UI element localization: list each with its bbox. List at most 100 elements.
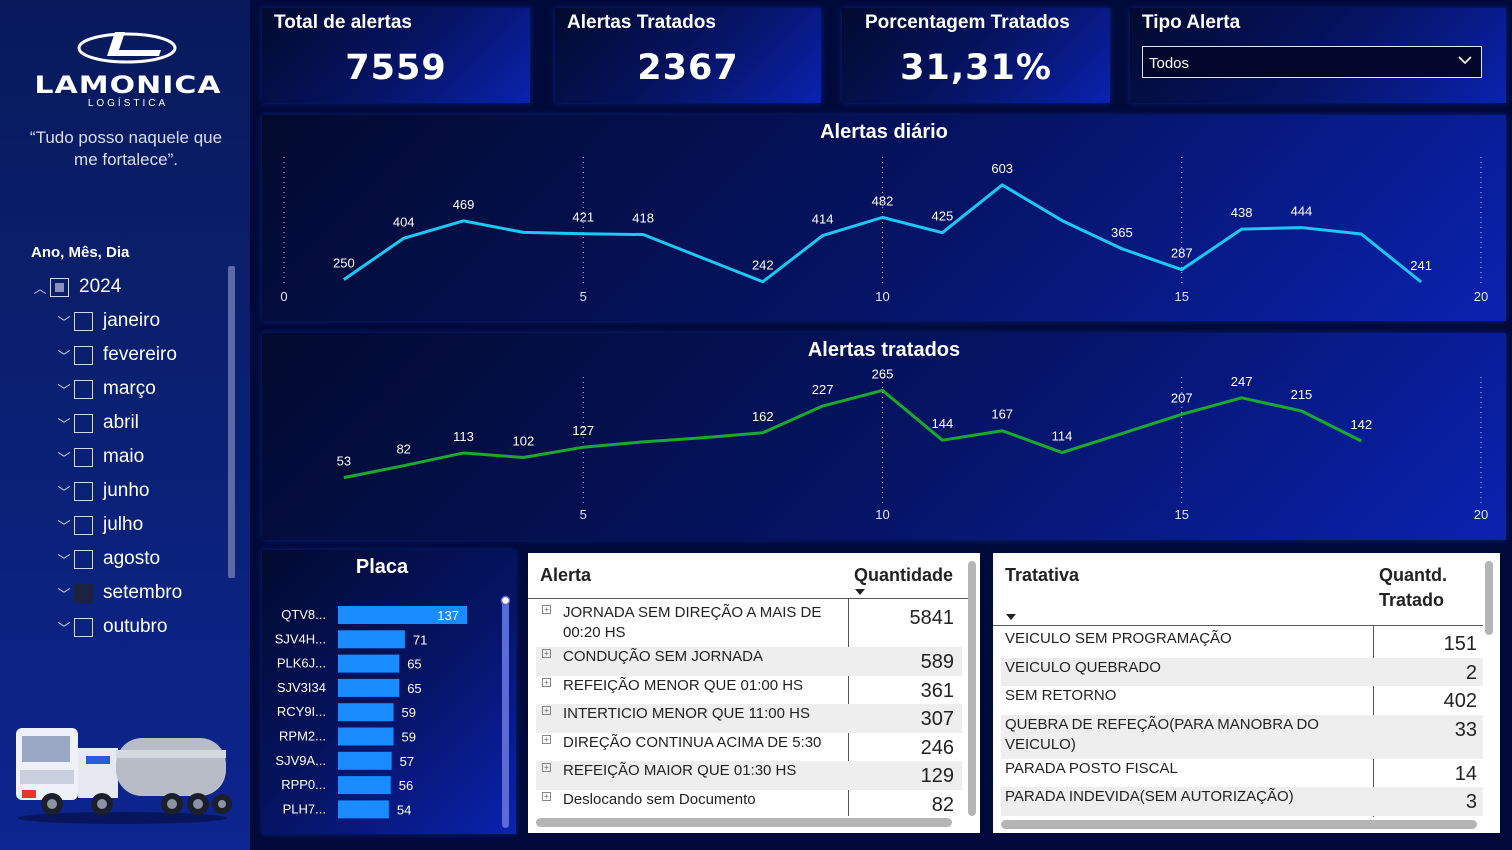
treatment-table-hscrollbar[interactable] — [1001, 820, 1477, 829]
data-label: 227 — [812, 382, 834, 397]
row-label: DIREÇÃO CONTINUA ACIMA DE 5:30 — [563, 733, 822, 751]
chevron-down-icon[interactable]: ﹀ — [54, 346, 74, 365]
slicer-year-row[interactable]: ︿ 2024 — [30, 270, 230, 304]
logo-mark-icon — [77, 32, 177, 64]
chevron-up-icon[interactable]: ︿ — [30, 278, 50, 297]
alert-table-hscrollbar[interactable] — [536, 818, 952, 827]
x-tick-label: 0 — [280, 289, 287, 304]
month-checkbox[interactable] — [74, 549, 93, 569]
expand-icon[interactable]: + — [542, 649, 551, 658]
table-row[interactable]: + CONDUÇÃO SEM JORNADA 589 — [536, 647, 962, 676]
slicer-month-row[interactable]: ﹀ junho — [30, 474, 230, 508]
chevron-down-icon[interactable]: ﹀ — [54, 414, 74, 433]
year-checkbox[interactable] — [50, 277, 69, 297]
data-label: 127 — [572, 423, 594, 438]
chevron-down-icon[interactable]: ﹀ — [54, 584, 74, 603]
scroll-handle-icon[interactable] — [500, 595, 511, 606]
column-header-treated-qty[interactable]: Quantd. Tratado — [1379, 565, 1447, 611]
treatment-table-vscrollbar[interactable] — [1485, 561, 1493, 635]
month-checkbox[interactable] — [74, 413, 93, 433]
month-checkbox[interactable] — [74, 583, 93, 603]
table-row[interactable]: + JORNADA SEM DIREÇÃO A MAIS DE 00:20 HS 58… — [536, 603, 962, 647]
month-checkbox[interactable] — [74, 311, 93, 331]
table-row[interactable]: VEICULO QUEBRADO 2 — [1001, 657, 1483, 686]
chevron-down-icon[interactable]: ﹀ — [54, 380, 74, 399]
row-label: INTERTICIO MENOR QUE 11:00 HS — [563, 705, 810, 722]
kpi-treated-alerts-card: Alertas Tratados 2367 — [555, 8, 821, 103]
alert-type-dropdown[interactable]: Todos — [1142, 46, 1482, 78]
chevron-down-icon[interactable]: ﹀ — [54, 516, 74, 535]
data-label: 142 — [1350, 417, 1372, 432]
data-label: 265 — [872, 366, 894, 381]
category-label: QTV8... — [281, 607, 326, 622]
expand-icon[interactable]: + — [542, 605, 551, 614]
month-checkbox[interactable] — [74, 481, 93, 501]
month-checkbox[interactable] — [74, 617, 93, 637]
slicer-month-row[interactable]: ﹀ outubro — [30, 610, 230, 644]
column-header-treatment[interactable]: Tratativa — [1005, 565, 1079, 586]
bar — [338, 776, 391, 795]
data-label: 421 — [572, 210, 594, 225]
category-label: SJV3I34 — [277, 680, 326, 695]
table-row[interactable]: PARADA INDEVIDA(SEM AUTORIZAÇÃO) 3 — [1001, 787, 1483, 816]
table-row[interactable]: SEM RETORNO 402 — [1001, 686, 1483, 715]
daily-alerts-chart: 0 5 10 15 20 250 404 469 421 418 242 414 482 425 603 36… — [280, 157, 1488, 304]
table-row[interactable]: + INTERTICIO MENOR QUE 11:00 HS 307 — [536, 704, 962, 733]
sort-desc-icon[interactable] — [854, 588, 866, 596]
chevron-down-icon[interactable]: ﹀ — [54, 618, 74, 637]
kpi-value: 2367 — [637, 48, 739, 88]
table-row[interactable]: PARADA POSTO FISCAL 14 — [1001, 759, 1483, 788]
slicer-month-row[interactable]: ﹀ janeiro — [30, 304, 230, 338]
sort-desc-icon[interactable] — [1005, 613, 1017, 621]
data-label: 144 — [931, 416, 953, 431]
slicer-month-row[interactable]: ﹀ fevereiro — [30, 338, 230, 372]
slicer-month-row[interactable]: ﹀ agosto — [30, 542, 230, 576]
data-label: 404 — [393, 214, 415, 229]
x-tick-label: 5 — [580, 289, 587, 304]
category-label: RPM2... — [279, 729, 326, 744]
month-label: junho — [103, 480, 150, 501]
x-tick-label: 10 — [875, 507, 889, 522]
chevron-down-icon[interactable]: ﹀ — [54, 448, 74, 467]
slicer-month-row[interactable]: ﹀ julho — [30, 508, 230, 542]
kpi-label: Porcentagem Tratados — [865, 12, 1070, 33]
table-row[interactable]: VEICULO SEM PROGRAMAÇÃO 151 — [1001, 629, 1483, 658]
table-row[interactable]: + REFEIÇÃO MAIOR QUE 01:30 HS 129 — [536, 761, 962, 790]
data-label: 65 — [407, 681, 421, 696]
plate-chart-scrollbar[interactable] — [502, 598, 509, 828]
month-checkbox[interactable] — [74, 447, 93, 467]
slicer-month-row[interactable]: ﹀ maio — [30, 440, 230, 474]
alert-table-vscrollbar[interactable] — [968, 561, 976, 816]
row-value: 3 — [1465, 791, 1477, 813]
table-row[interactable]: + Deslocando sem Documento 82 — [536, 790, 962, 819]
month-checkbox[interactable] — [74, 345, 93, 365]
table-row[interactable]: + REFEIÇÃO MENOR QUE 01:00 HS 361 — [536, 676, 962, 705]
chevron-down-icon[interactable] — [1457, 52, 1473, 68]
column-header-alert[interactable]: Alerta — [540, 565, 591, 586]
chevron-down-icon[interactable]: ﹀ — [54, 550, 74, 569]
data-label: 418 — [632, 211, 654, 226]
chevron-down-icon[interactable]: ﹀ — [54, 482, 74, 501]
row-label: Deslocando sem Documento — [563, 790, 756, 808]
chevron-down-icon[interactable]: ﹀ — [54, 312, 74, 331]
column-header-quantity[interactable]: Quantidade — [854, 565, 953, 586]
data-label: 71 — [413, 632, 427, 647]
slicer-month-row[interactable]: ﹀ abril — [30, 406, 230, 440]
category-label: SJV4H... — [275, 631, 326, 646]
table-row[interactable]: + DIREÇÃO CONTINUA ACIMA DE 5:30 246 — [536, 733, 962, 762]
slicer-month-row[interactable]: ﹀ março — [30, 372, 230, 406]
month-checkbox[interactable] — [74, 379, 93, 399]
data-label: 247 — [1231, 374, 1253, 389]
slicer-month-row[interactable]: ﹀ setembro — [30, 576, 230, 610]
month-checkbox[interactable] — [74, 515, 93, 535]
expand-icon[interactable]: + — [542, 791, 551, 801]
truck-image — [16, 728, 232, 824]
x-tick-label: 15 — [1175, 289, 1189, 304]
table-row[interactable]: QUEBRA DE REFEÇÃO(PARA MANOBRA DO VEICULO… — [1001, 714, 1483, 759]
expand-icon[interactable]: + — [542, 763, 551, 772]
expand-icon[interactable]: + — [542, 677, 551, 687]
header-divider — [528, 598, 968, 599]
expand-icon[interactable]: + — [542, 706, 551, 715]
slicer-scrollbar[interactable] — [228, 266, 235, 578]
expand-icon[interactable]: + — [542, 734, 551, 744]
